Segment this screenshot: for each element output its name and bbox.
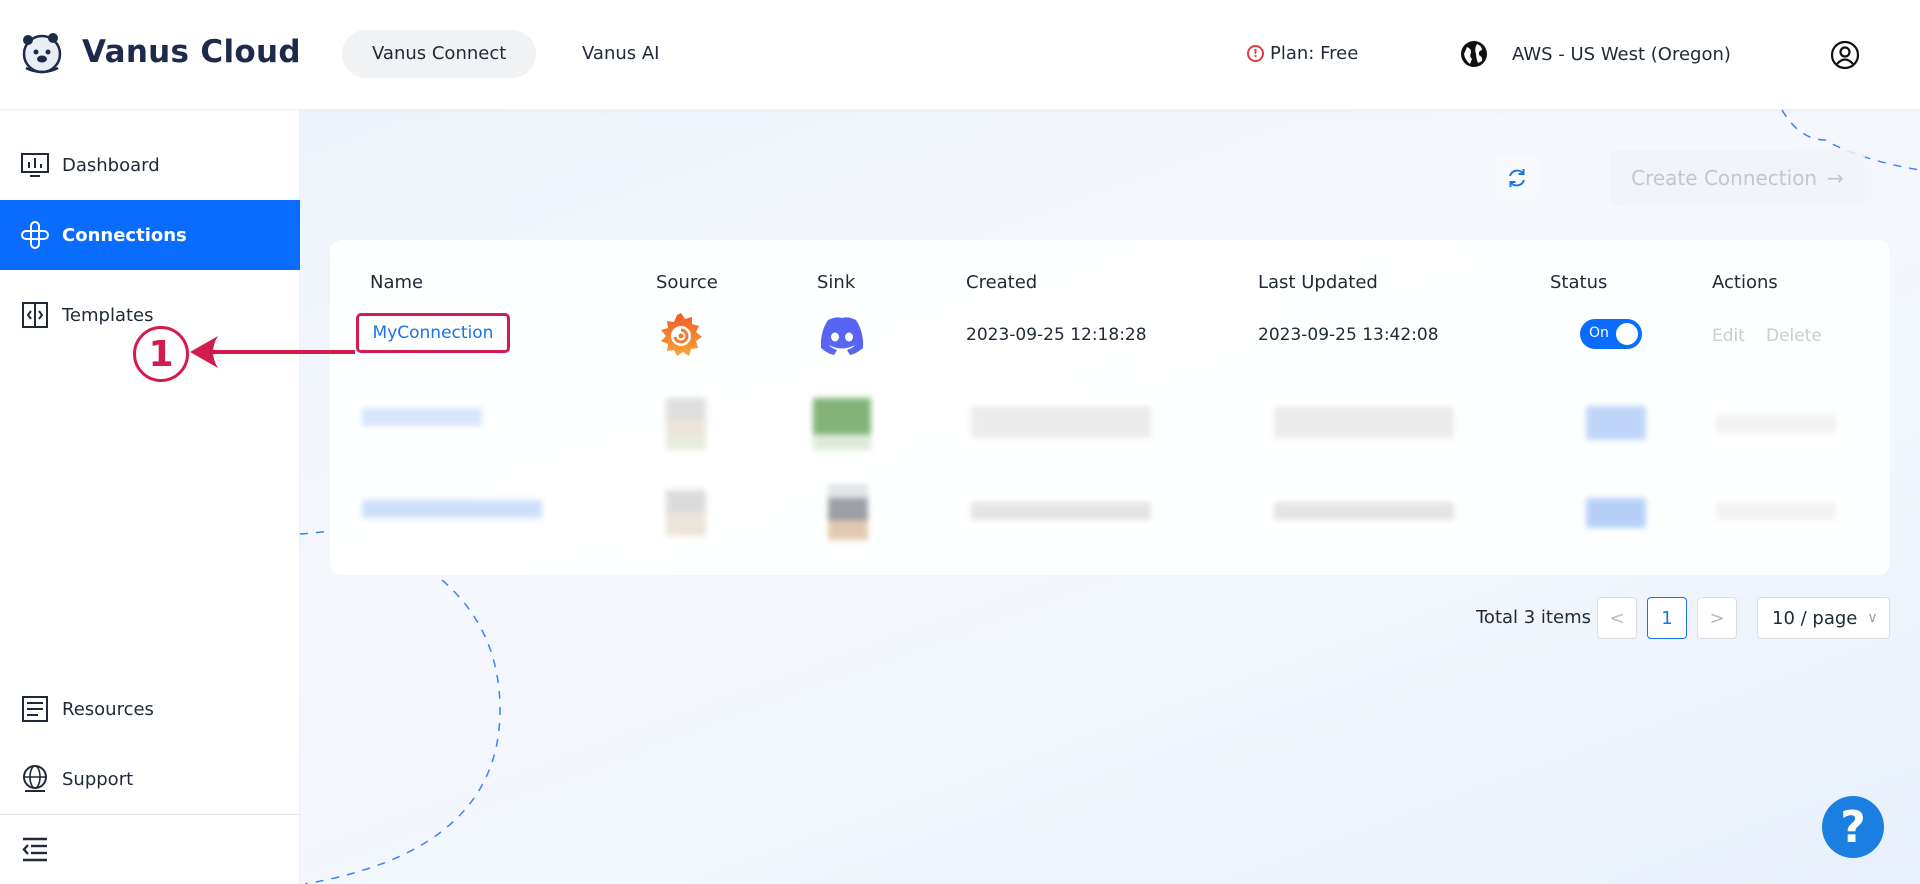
sidebar-item-label: Templates: [62, 304, 154, 326]
redacted-status: [1586, 406, 1646, 440]
annotation-step-badge: 1: [133, 326, 189, 382]
connections-icon: [21, 221, 49, 249]
redacted-created: [971, 502, 1151, 520]
column-header-last-updated[interactable]: Last Updated: [1258, 272, 1378, 293]
annotation-arrow-icon: [190, 336, 355, 368]
column-header-created[interactable]: Created: [966, 272, 1037, 293]
created-date: 2023-09-25 12:18:28: [966, 325, 1147, 345]
column-header-source[interactable]: Source: [656, 272, 718, 293]
region-label: AWS - US West (Oregon): [1512, 43, 1731, 65]
page-1-button[interactable]: 1: [1647, 597, 1687, 639]
sidebar-divider: [0, 814, 300, 815]
top-header: Vanus Cloud Vanus Connect Vanus AI ! Pla…: [0, 0, 1920, 110]
otter-logo-icon: [22, 33, 62, 74]
sidebar-item-connections[interactable]: Connections: [0, 200, 300, 270]
help-button[interactable]: ?: [1822, 796, 1884, 858]
dashboard-icon: [21, 153, 49, 177]
resources-icon: [22, 696, 48, 722]
sidebar-item-label: Support: [62, 768, 134, 790]
redacted-actions: [1716, 415, 1836, 433]
connections-table: Name Source Sink Created Last Updated St…: [330, 240, 1890, 575]
sidebar-item-label: Connections: [62, 224, 187, 246]
redacted-name: [362, 408, 482, 426]
edit-button[interactable]: Edit: [1712, 326, 1745, 346]
prev-page-button[interactable]: <: [1597, 597, 1637, 639]
chevron-down-icon: ∨: [1867, 610, 1878, 626]
globe-icon: [1461, 41, 1487, 67]
arrow-right-icon: →: [1827, 166, 1844, 190]
page-size-select[interactable]: 10 / page ∨: [1757, 597, 1890, 639]
sidebar-item-label: Resources: [62, 698, 154, 720]
redacted-source-icon: [666, 490, 706, 536]
refresh-icon: [1509, 169, 1525, 187]
redacted-actions: [1716, 502, 1836, 520]
tab-vanus-connect[interactable]: Vanus Connect: [342, 30, 537, 78]
grafana-icon: [661, 313, 702, 356]
region-selector[interactable]: AWS - US West (Oregon): [1460, 40, 1731, 68]
next-page-button[interactable]: >: [1697, 597, 1737, 639]
delete-button[interactable]: Delete: [1766, 326, 1822, 346]
toggle-knob: [1616, 323, 1638, 345]
redacted-updated: [1274, 502, 1454, 520]
discord-icon: [820, 317, 864, 355]
create-connection-label: Create Connection: [1631, 166, 1818, 190]
main-content: Create Connection → Name Source Sink Cre…: [300, 110, 1920, 884]
warning-icon: !: [1247, 45, 1264, 62]
support-icon: [23, 765, 47, 792]
status-toggle[interactable]: On: [1580, 319, 1642, 349]
plan-indicator[interactable]: ! Plan: Free: [1247, 43, 1358, 64]
redacted-sink-icon: [828, 484, 868, 540]
column-header-actions[interactable]: Actions: [1712, 272, 1778, 293]
status-toggle-label: On: [1589, 325, 1609, 341]
page-size-value: 10 / page: [1772, 607, 1858, 629]
redacted-created: [971, 406, 1151, 438]
sidebar-item-label: Dashboard: [62, 154, 160, 176]
redacted-name: [362, 500, 542, 518]
connection-name-link[interactable]: MyConnection: [356, 313, 510, 353]
last-updated-date: 2023-09-25 13:42:08: [1258, 325, 1439, 345]
column-header-name[interactable]: Name: [370, 272, 423, 293]
plan-label: Plan: Free: [1270, 43, 1359, 64]
logo[interactable]: Vanus Cloud: [20, 30, 301, 74]
column-header-status[interactable]: Status: [1550, 272, 1607, 293]
brand-name: Vanus Cloud: [82, 34, 301, 70]
refresh-button[interactable]: [1495, 156, 1539, 200]
total-items: Total 3 items: [1476, 607, 1591, 628]
collapse-menu-icon[interactable]: [20, 834, 50, 864]
user-account-icon[interactable]: [1830, 40, 1860, 70]
redacted-updated: [1274, 406, 1454, 438]
column-header-sink[interactable]: Sink: [817, 272, 855, 293]
redacted-source-icon: [666, 398, 706, 450]
sidebar-item-support[interactable]: Support: [0, 744, 300, 814]
sidebar-item-resources[interactable]: Resources: [0, 674, 300, 744]
sidebar: Dashboard Connections Templates Resource…: [0, 110, 300, 884]
create-connection-button[interactable]: Create Connection →: [1610, 150, 1865, 206]
redacted-status: [1586, 498, 1646, 528]
tab-vanus-ai[interactable]: Vanus AI: [552, 30, 689, 78]
templates-icon: [22, 302, 48, 328]
sidebar-item-dashboard[interactable]: Dashboard: [0, 130, 300, 200]
redacted-sink-icon: [813, 398, 871, 450]
